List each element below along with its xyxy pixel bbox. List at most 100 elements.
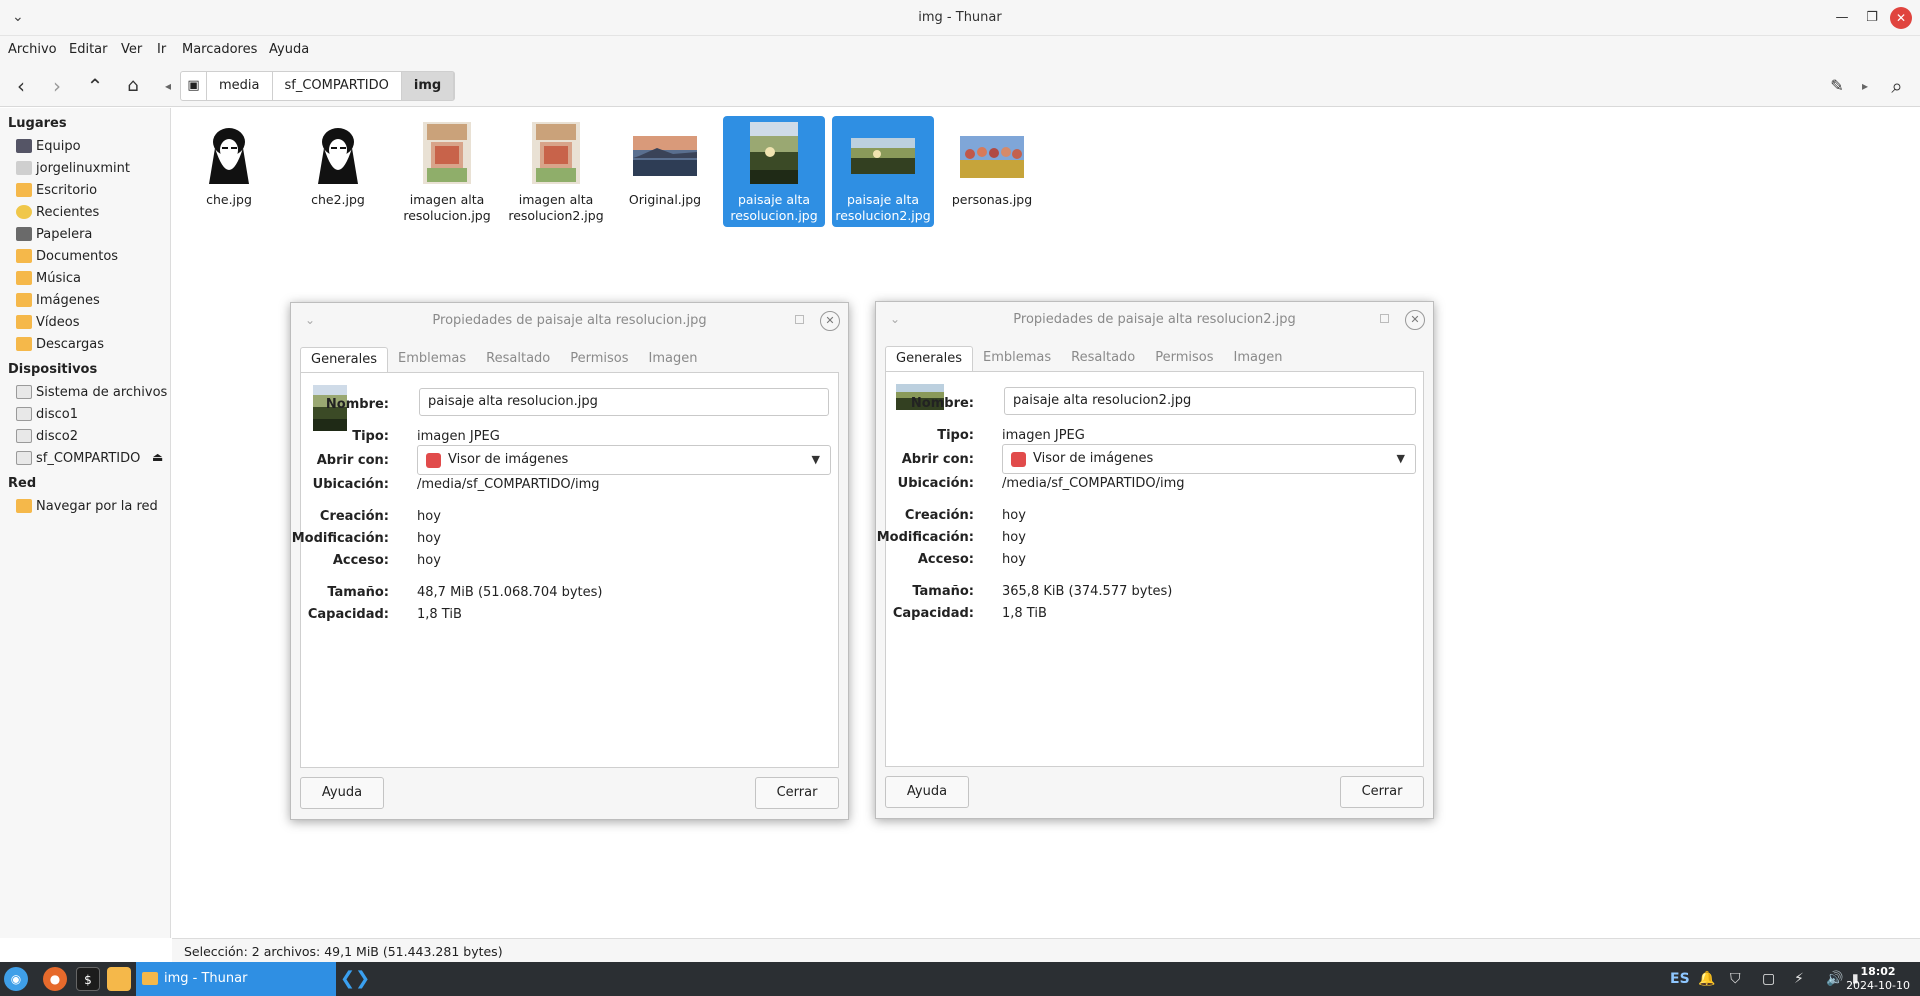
- file-view[interactable]: che.jpg che2.jpg imagen alta resolucion.j…: [172, 108, 1920, 938]
- sidebar-item-escritorio[interactable]: Escritorio: [16, 180, 97, 200]
- dialog-maximize-icon[interactable]: [795, 315, 804, 324]
- files-icon[interactable]: [107, 967, 131, 991]
- tab-generales[interactable]: Generales: [300, 347, 389, 373]
- sidebar-item-musica[interactable]: Música: [16, 268, 81, 288]
- tab-imagen[interactable]: Imagen: [639, 347, 708, 373]
- sidebar-item-network[interactable]: Navegar por la red: [16, 496, 158, 516]
- edit-path-icon[interactable]: ✎: [1824, 73, 1850, 99]
- dialog-menu-chevron-icon[interactable]: ⌄: [305, 313, 315, 327]
- dialog-close-icon[interactable]: ✕: [820, 311, 840, 331]
- minimize-icon[interactable]: —: [1832, 8, 1852, 28]
- name-field[interactable]: paisaje alta resolucion2.jpg: [1004, 387, 1416, 415]
- imagen-alta2-thumbnail: [532, 122, 580, 184]
- menu-ver[interactable]: Ver: [121, 42, 142, 57]
- tab-imagen[interactable]: Imagen: [1224, 346, 1293, 372]
- properties-dialog-1[interactable]: Propiedades de paisaje alta resolucion.j…: [290, 302, 849, 820]
- open-with-select[interactable]: Visor de imágenes ▼: [417, 445, 831, 475]
- home-icon[interactable]: ⌂: [120, 73, 146, 99]
- properties-dialog-2[interactable]: Propiedades de paisaje alta resolucion2.…: [875, 301, 1434, 819]
- up-icon[interactable]: ⌃: [82, 73, 108, 99]
- display-icon[interactable]: ▢: [1762, 971, 1775, 987]
- menu-ayuda[interactable]: Ayuda: [269, 42, 309, 57]
- notifications-icon[interactable]: 🔔: [1698, 971, 1715, 987]
- volume-icon[interactable]: 🔊: [1826, 971, 1843, 987]
- che2-thumbnail: [314, 122, 362, 184]
- file-item[interactable]: imagen alta resolucion.jpg: [396, 116, 498, 227]
- file-item-selected[interactable]: paisaje alta resolucion2.jpg: [832, 116, 934, 227]
- tab-generales[interactable]: Generales: [885, 346, 974, 372]
- name-field[interactable]: paisaje alta resolucion.jpg: [419, 388, 829, 416]
- window-titlebar[interactable]: ⌄ img - Thunar — ❐ ✕: [0, 0, 1920, 36]
- file-item[interactable]: che2.jpg: [287, 116, 389, 211]
- sidebar-header-places: Lugares: [8, 116, 67, 131]
- forward-icon[interactable]: ›: [44, 73, 70, 99]
- power-icon[interactable]: ⚡: [1794, 971, 1804, 987]
- file-item-selected[interactable]: paisaje alta resolucion.jpg: [723, 116, 825, 227]
- sidebar-item-recientes[interactable]: Recientes: [16, 202, 99, 222]
- terminal-icon[interactable]: $: [76, 967, 100, 991]
- label-acceso: Acceso:: [332, 553, 389, 568]
- sidebar-item-videos[interactable]: Vídeos: [16, 312, 79, 332]
- breadcrumb-media[interactable]: media: [207, 72, 273, 100]
- taskbar-task-thunar[interactable]: img - Thunar: [136, 962, 336, 996]
- file-item[interactable]: che.jpg: [178, 116, 280, 211]
- sidebar-item-filesystem[interactable]: Sistema de archivos: [16, 382, 167, 402]
- value-capacidad: 1,8 TiB: [417, 607, 462, 622]
- open-with-select[interactable]: Visor de imágenes ▼: [1002, 444, 1416, 474]
- keyboard-layout-indicator[interactable]: ES: [1670, 971, 1690, 987]
- dialog-maximize-icon[interactable]: [1380, 314, 1389, 323]
- path-right-arrow-icon[interactable]: ▸: [1852, 73, 1878, 99]
- documents-folder-icon: [16, 249, 32, 263]
- tab-resaltado[interactable]: Resaltado: [476, 347, 560, 373]
- dialog-menu-chevron-icon[interactable]: ⌄: [890, 312, 900, 326]
- dropdown-arrow-icon: ▼: [1396, 452, 1405, 465]
- close-window-icon[interactable]: ✕: [1890, 7, 1912, 29]
- file-item[interactable]: imagen alta resolucion2.jpg: [505, 116, 607, 227]
- tab-resaltado[interactable]: Resaltado: [1061, 346, 1145, 372]
- label-tamano: Tamaño:: [912, 584, 974, 599]
- menu-ir[interactable]: Ir: [157, 42, 166, 57]
- menu-marcadores[interactable]: Marcadores: [182, 42, 257, 57]
- tab-permisos[interactable]: Permisos: [1145, 346, 1223, 372]
- back-icon[interactable]: ‹: [8, 73, 34, 99]
- sidebar-item-imagenes[interactable]: Imágenes: [16, 290, 100, 310]
- help-button[interactable]: Ayuda: [885, 776, 969, 808]
- tab-emblemas[interactable]: Emblemas: [388, 347, 476, 373]
- sidebar-item-home[interactable]: jorgelinuxmint: [16, 158, 130, 178]
- help-button[interactable]: Ayuda: [300, 777, 384, 809]
- menu-archivo[interactable]: Archivo: [8, 42, 57, 57]
- sidebar-item-papelera[interactable]: Papelera: [16, 224, 92, 244]
- close-button[interactable]: Cerrar: [755, 777, 839, 809]
- sidebar-item-equipo[interactable]: Equipo: [16, 136, 81, 156]
- value-ubicacion: /media/sf_COMPARTIDO/img: [417, 477, 600, 492]
- home-folder-icon: [16, 161, 32, 175]
- downloads-folder-icon: [16, 337, 32, 351]
- sidebar-item-documentos[interactable]: Documentos: [16, 246, 118, 266]
- start-menu-icon[interactable]: ◉: [4, 967, 28, 991]
- tab-permisos[interactable]: Permisos: [560, 347, 638, 373]
- restore-icon[interactable]: ❐: [1862, 8, 1882, 28]
- shield-icon[interactable]: ⛉: [1730, 971, 1741, 987]
- vscode-icon[interactable]: ❮❯: [340, 967, 370, 991]
- eject-icon[interactable]: ⏏: [152, 450, 163, 464]
- breadcrumb-sf-compartido[interactable]: sf_COMPARTIDO: [273, 72, 402, 100]
- close-button[interactable]: Cerrar: [1340, 776, 1424, 808]
- path-left-arrow-icon[interactable]: ◂: [155, 73, 181, 99]
- sidebar-item-descargas[interactable]: Descargas: [16, 334, 104, 354]
- dropdown-arrow-icon: ▼: [811, 453, 820, 466]
- drive-icon: [16, 385, 32, 399]
- dialog-close-icon[interactable]: ✕: [1405, 310, 1425, 330]
- sidebar-item-disco1[interactable]: disco1: [16, 404, 78, 424]
- device-icon[interactable]: ▣: [181, 72, 207, 100]
- file-item[interactable]: Original.jpg: [614, 116, 716, 211]
- sidebar-item-sf-compartido[interactable]: sf_COMPARTIDO: [16, 448, 140, 468]
- search-icon[interactable]: ⌕: [1884, 73, 1910, 99]
- window-title: img - Thunar: [918, 10, 1002, 25]
- firefox-icon[interactable]: ●: [43, 967, 67, 991]
- clock[interactable]: 18:02 2024-10-10: [1846, 965, 1910, 993]
- tab-emblemas[interactable]: Emblemas: [973, 346, 1061, 372]
- sidebar-item-disco2[interactable]: disco2: [16, 426, 78, 446]
- menu-editar[interactable]: Editar: [69, 42, 108, 57]
- file-item[interactable]: personas.jpg: [941, 116, 1043, 211]
- breadcrumb-img[interactable]: img: [401, 72, 455, 100]
